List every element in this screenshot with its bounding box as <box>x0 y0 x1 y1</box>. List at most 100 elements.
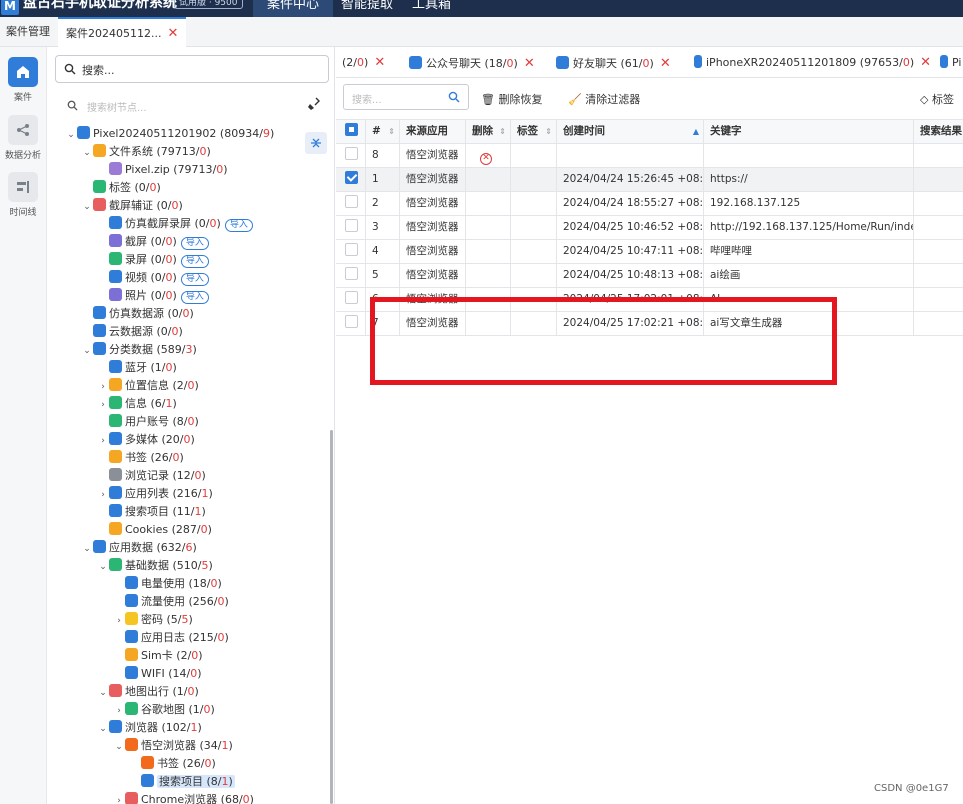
table-row[interactable]: 2 悟空浏览器 2024/04/24 18:55:27 +08:00 192.168.… <box>336 192 963 216</box>
checkbox[interactable] <box>345 219 358 232</box>
chevron-down-icon[interactable]: ⌄ <box>65 126 77 144</box>
row-checkbox-cell[interactable] <box>336 144 366 167</box>
tree-node[interactable]: 标签 (0/0) <box>81 179 161 197</box>
row-checkbox-cell[interactable] <box>336 192 366 215</box>
table-row[interactable]: 4 悟空浏览器 2024/04/25 10:47:11 +08:00 哔哩哔哩 <box>336 240 963 264</box>
sidebar-item-data-analysis[interactable]: 数据分析 <box>4 115 42 161</box>
chevron-right-icon[interactable]: › <box>113 792 125 804</box>
broom-icon[interactable] <box>307 97 321 111</box>
tree-node[interactable]: 视频 (0/0) 导入 <box>97 269 209 287</box>
tree-scrollbar[interactable] <box>330 430 333 804</box>
table-row[interactable]: 5 悟空浏览器 2024/04/25 10:48:13 +08:00 ai绘画 <box>336 264 963 288</box>
chevron-down-icon[interactable]: ⌄ <box>97 684 109 702</box>
subtab-friend-chat[interactable]: 好友聊天 (61/0) ✕ <box>556 55 671 71</box>
sort-icon[interactable]: ⇕ <box>545 120 552 143</box>
row-checkbox-cell[interactable] <box>336 288 366 311</box>
tree-node[interactable]: › 谷歌地图 (1/0) <box>113 701 215 719</box>
tree-node[interactable]: › 信息 (6/1) <box>97 395 177 413</box>
tree-node[interactable]: 搜索项目 (8/1) <box>129 773 235 791</box>
subtab-prev[interactable]: (2/0) ✕ <box>342 55 385 70</box>
subtab-iphone[interactable]: iPhoneXR20240511201809 (97653/0) ✕ <box>694 55 931 70</box>
import-button[interactable]: 导入 <box>180 273 209 286</box>
tree-node[interactable]: ⌄ 分类数据 (589/3) <box>81 341 197 359</box>
checkbox[interactable] <box>345 147 358 160</box>
tree-node[interactable]: 仿真数据源 (0/0) <box>81 305 194 323</box>
header-created-time[interactable]: 创建时间 ▲ <box>557 120 704 143</box>
table-row[interactable]: 3 悟空浏览器 2024/04/25 10:46:52 +08:00 http://1… <box>336 216 963 240</box>
close-icon[interactable]: ✕ <box>524 56 535 71</box>
sidebar-item-case[interactable]: 案件 <box>4 57 42 103</box>
tree-node[interactable]: Cookies (287/0) <box>97 521 212 539</box>
tree-node[interactable]: 书签 (26/0) <box>97 449 184 467</box>
tree-node[interactable]: 电量使用 (18/0) <box>113 575 222 593</box>
tree-node[interactable]: ⌄ 文件系统 (79713/0) <box>81 143 211 161</box>
tree-node[interactable]: ⌄ 基础数据 (510/5) <box>97 557 213 575</box>
collapse-all-button[interactable] <box>305 132 327 154</box>
nav-smart-extract[interactable]: 智能提取 <box>327 0 407 17</box>
tree-node[interactable]: Sim卡 (2/0) <box>113 647 203 665</box>
chevron-right-icon[interactable]: › <box>113 702 125 720</box>
sidebar-item-timeline[interactable]: 时间线 <box>4 172 42 218</box>
row-checkbox-cell[interactable] <box>336 168 366 191</box>
checkbox[interactable] <box>345 171 358 184</box>
delete-restore-button[interactable]: 🗑 删除恢复 <box>481 91 542 107</box>
tree-node[interactable]: 截屏 (0/0) 导入 <box>97 233 209 251</box>
header-search-result[interactable]: 搜索结果 <box>914 120 963 143</box>
chevron-down-icon[interactable]: ⌄ <box>97 720 109 738</box>
tree-node[interactable]: › 应用列表 (216/1) <box>97 485 213 503</box>
checkbox[interactable] <box>345 315 358 328</box>
tab-case-management[interactable]: 案件管理 <box>0 17 56 47</box>
tree-node[interactable]: 应用日志 (215/0) <box>113 629 229 647</box>
row-checkbox-cell[interactable] <box>336 240 366 263</box>
header-source-app[interactable]: 来源应用 <box>400 120 466 143</box>
subtab-pixel[interactable]: Pi <box>940 55 961 69</box>
nav-toolbox[interactable]: 工具箱 <box>398 0 465 17</box>
header-keyword[interactable]: 关键字 <box>704 120 914 143</box>
chevron-down-icon[interactable]: ⌄ <box>81 342 93 360</box>
row-checkbox-cell[interactable] <box>336 216 366 239</box>
chevron-down-icon[interactable]: ⌄ <box>113 738 125 756</box>
chevron-down-icon[interactable]: ⌄ <box>81 198 93 216</box>
checkbox[interactable] <box>345 243 358 256</box>
close-icon[interactable]: ✕ <box>374 55 385 70</box>
tree-node[interactable]: WIFI (14/0) <box>113 665 202 683</box>
tree-node[interactable]: ⌄ 悟空浏览器 (34/1) <box>113 737 233 755</box>
tree-node[interactable]: ⌄ 浏览器 (102/1) <box>97 719 202 737</box>
header-tag[interactable]: 标签 ⇕ <box>511 120 557 143</box>
search-input[interactable]: 搜索... <box>55 55 329 83</box>
tree-node[interactable]: 仿真截屏录屏 (0/0) 导入 <box>97 215 253 233</box>
tree-node[interactable]: ⌄ 截屏辅证 (0/0) <box>81 197 183 215</box>
tree-node[interactable]: › 密码 (5/5) <box>113 611 193 629</box>
table-row[interactable]: 1 悟空浏览器 2024/04/24 15:26:45 +08:00 https:// <box>336 168 963 192</box>
sort-icon[interactable]: ▲ <box>693 120 699 143</box>
tree-node[interactable]: 用户账号 (8/0) <box>97 413 199 431</box>
chevron-down-icon[interactable]: ⌄ <box>81 540 93 558</box>
select-all-checkbox[interactable] <box>336 120 366 143</box>
tree-node[interactable]: 蓝牙 (1/0) <box>97 359 177 377</box>
tree-node[interactable]: › 多媒体 (20/0) <box>97 431 195 449</box>
chevron-right-icon[interactable]: › <box>97 396 109 414</box>
tree-node[interactable]: Pixel.zip (79713/0) <box>97 161 228 179</box>
chevron-right-icon[interactable]: › <box>97 486 109 504</box>
tree-node[interactable]: 云数据源 (0/0) <box>81 323 183 341</box>
sort-icon[interactable]: ⇕ <box>499 120 506 143</box>
close-icon[interactable]: ✕ <box>920 55 931 70</box>
checkbox[interactable] <box>345 123 358 136</box>
subtab-official-chat[interactable]: 公众号聊天 (18/0) ✕ <box>409 55 535 71</box>
tree-node[interactable]: 搜索项目 (11/1) <box>97 503 206 521</box>
tree-search-input[interactable]: 搜索树节点... <box>63 97 321 115</box>
chevron-down-icon[interactable]: ⌄ <box>81 144 93 162</box>
tree-node[interactable]: 浏览记录 (12/0) <box>97 467 206 485</box>
import-button[interactable]: 导入 <box>180 255 209 268</box>
import-button[interactable]: 导入 <box>180 237 209 250</box>
tree-node[interactable]: 流量使用 (256/0) <box>113 593 229 611</box>
clear-filter-button[interactable]: 🧹 清除过滤器 <box>568 91 640 107</box>
tag-button[interactable]: ◇ 标签 <box>920 91 954 107</box>
tree-node[interactable]: › 位置信息 (2/0) <box>97 377 199 395</box>
chevron-right-icon[interactable]: › <box>113 612 125 630</box>
row-checkbox-cell[interactable] <box>336 312 366 335</box>
tree-node[interactable]: › Chrome浏览器 (68/0) <box>113 791 254 804</box>
header-num[interactable]: # ⇕ <box>366 120 400 143</box>
chevron-right-icon[interactable]: › <box>97 432 109 450</box>
chevron-down-icon[interactable]: ⌄ <box>97 558 109 576</box>
